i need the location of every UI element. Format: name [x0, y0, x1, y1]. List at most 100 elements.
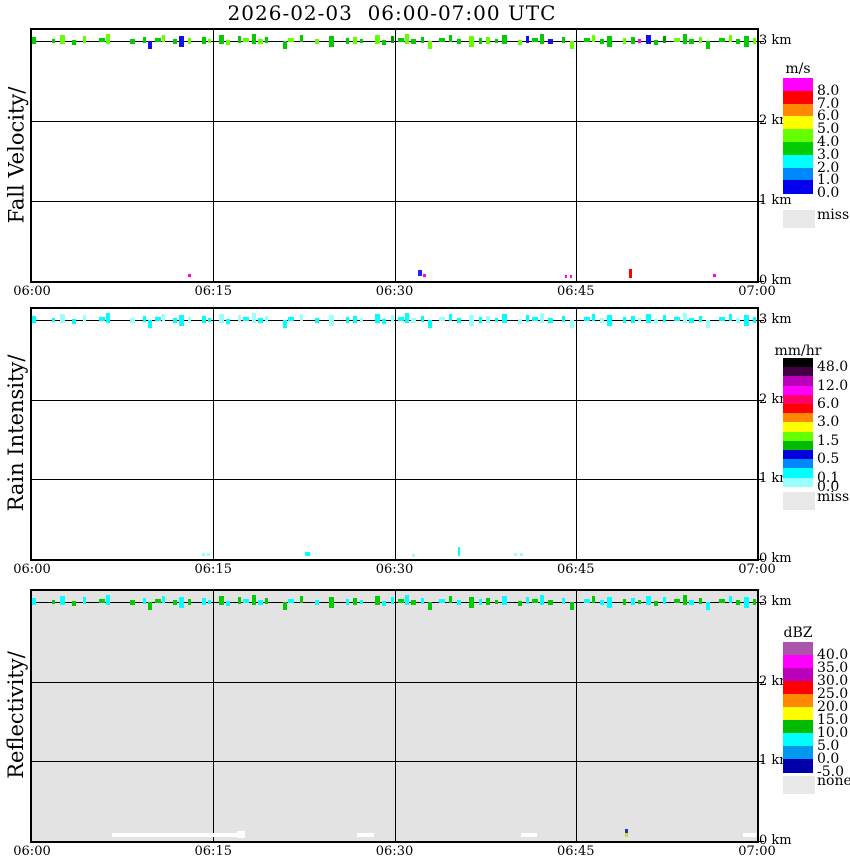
x-tick-label: 06:15	[195, 844, 232, 859]
time-gridline	[576, 30, 577, 281]
colorbar-segment	[783, 155, 813, 168]
band-mark	[52, 318, 55, 322]
band-mark	[744, 36, 749, 47]
colorbar-segment	[783, 707, 813, 721]
band-mark	[382, 319, 386, 324]
band-mark	[706, 41, 710, 49]
band-mark	[391, 315, 394, 322]
band-mark	[719, 599, 725, 603]
colorbar-segment	[783, 104, 813, 117]
band-mark	[32, 316, 36, 323]
band-mark	[479, 38, 482, 44]
band-mark	[391, 36, 394, 43]
band-mark	[252, 595, 256, 605]
band-mark	[208, 39, 211, 43]
band-mark	[202, 37, 206, 44]
band-mark	[238, 597, 241, 604]
band-mark	[226, 601, 230, 606]
time-gridline	[213, 591, 214, 841]
band-mark	[329, 36, 334, 47]
band-mark	[143, 598, 146, 604]
band-mark	[600, 39, 604, 44]
band-mark	[375, 314, 380, 323]
band-mark	[592, 35, 595, 42]
band-mark	[238, 36, 241, 43]
band-mark	[382, 40, 386, 45]
radar-quicklook-chart: 2026-02-03 06:00-07:00 UTC 06:0006:1506:…	[0, 0, 850, 868]
band-mark	[265, 598, 268, 604]
x-tick-label: 06:15	[195, 284, 232, 299]
time-gridline	[213, 30, 214, 281]
colorbar-missing-swatch	[783, 210, 815, 228]
band-mark	[683, 595, 687, 605]
band-mark	[288, 317, 294, 321]
km-tick	[759, 761, 764, 762]
band-mark	[623, 317, 626, 323]
band-mark	[83, 36, 86, 43]
near-surface-mark	[713, 274, 716, 277]
band-mark	[329, 315, 334, 326]
band-mark	[518, 40, 522, 45]
band-mark	[252, 313, 256, 323]
colorbar-missing-label: miss	[817, 489, 849, 505]
band-mark	[258, 39, 263, 44]
band-mark	[258, 318, 263, 323]
colorbar-segment	[783, 668, 813, 682]
band-mark	[252, 34, 256, 44]
colorbar-segment	[783, 642, 813, 656]
band-mark	[584, 599, 590, 603]
band-mark	[548, 600, 553, 605]
band-mark	[654, 40, 658, 45]
km-tick	[759, 400, 764, 401]
band-mark	[638, 600, 641, 604]
band-mark	[106, 595, 110, 605]
band-mark	[699, 598, 702, 604]
colorbar-segment	[783, 759, 813, 773]
band-mark	[329, 597, 334, 608]
band-mark	[375, 35, 380, 44]
missing-data-gap	[237, 831, 244, 838]
band-mark	[32, 37, 36, 44]
band-mark	[526, 597, 529, 604]
band-mark	[405, 595, 409, 605]
band-mark	[283, 41, 287, 49]
colorbar-segment	[783, 91, 813, 104]
colorbar-segment	[783, 142, 813, 155]
band-mark	[592, 314, 595, 321]
band-mark	[674, 38, 680, 42]
band-mark	[32, 598, 36, 605]
near-surface-mark	[520, 553, 523, 556]
band-mark	[288, 38, 294, 42]
km-tick	[759, 559, 764, 560]
band-mark	[631, 598, 635, 605]
panel-y-axis-label: Fall Velocity/	[4, 27, 28, 282]
band-mark	[449, 314, 452, 321]
band-mark	[736, 318, 740, 323]
band-mark	[428, 602, 432, 610]
band-mark	[283, 602, 287, 610]
colorbar-segment	[783, 681, 813, 695]
band-mark	[226, 319, 230, 324]
band-mark	[375, 596, 380, 605]
band-mark	[607, 315, 612, 326]
band-mark	[674, 317, 680, 321]
band-mark	[646, 314, 651, 323]
band-mark	[548, 318, 553, 323]
colorbar-segment	[783, 733, 813, 747]
band-mark	[486, 37, 490, 44]
band-mark	[155, 317, 161, 321]
band-mark	[584, 317, 590, 321]
panel-y-axis-label: Reflectivity/	[4, 588, 28, 842]
band-mark	[518, 319, 522, 324]
band-mark	[106, 34, 110, 44]
band-mark	[411, 318, 416, 323]
band-mark	[265, 316, 268, 322]
band-mark	[540, 34, 544, 44]
band-mark	[315, 600, 319, 605]
band-mark	[753, 38, 756, 44]
colorbar-missing-label: miss	[817, 207, 849, 223]
time-gridline	[576, 309, 577, 559]
band-mark	[532, 599, 538, 603]
colorbar-tick-label: 48.0	[817, 359, 848, 375]
x-tick-label: 06:30	[376, 284, 413, 299]
